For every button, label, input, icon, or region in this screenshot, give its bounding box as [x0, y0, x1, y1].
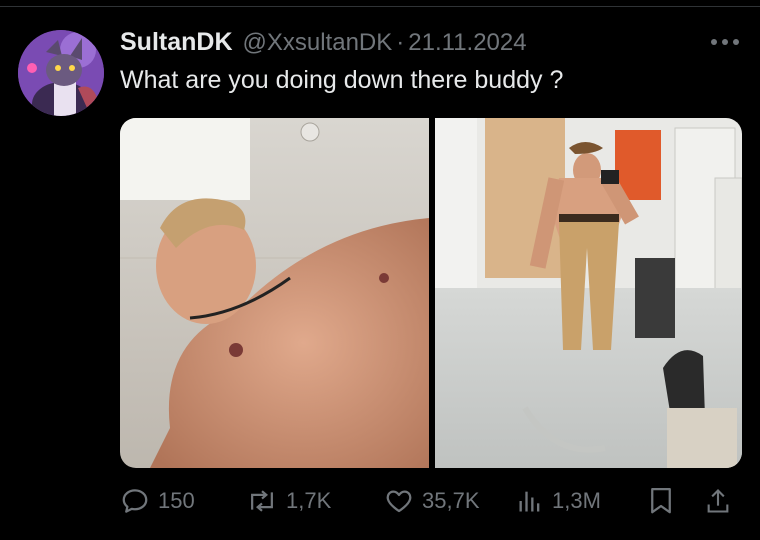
share-icon: [707, 489, 729, 513]
like-button[interactable]: 35,7K: [384, 480, 480, 522]
reply-button[interactable]: 150: [120, 480, 195, 522]
views-icon: [519, 491, 540, 512]
like-count: 35,7K: [422, 488, 480, 513]
reply-icon: [122, 489, 148, 513]
action-bar: 150 1,7K 35,7K 1,3M: [0, 480, 760, 522]
bookmark-icon: [651, 488, 671, 514]
share-button[interactable]: [704, 480, 732, 522]
photo-illustration-2: [435, 118, 742, 468]
bookmark-button[interactable]: [648, 480, 674, 522]
more-icon: [711, 39, 739, 45]
top-divider: [0, 6, 760, 7]
media-photo-2[interactable]: [435, 118, 742, 468]
tweet-header: SultanDK @XxsultanDK · 21.11.2024: [120, 28, 527, 60]
post-date[interactable]: 21.11.2024: [408, 29, 526, 57]
display-name[interactable]: SultanDK: [120, 28, 233, 57]
media-grid: [120, 118, 742, 468]
avatar-image: [18, 30, 104, 116]
user-handle[interactable]: @XxsultanDK: [243, 29, 393, 57]
more-button[interactable]: [708, 30, 742, 54]
tweet-text: What are you doing down there buddy ?: [120, 66, 564, 94]
photo-illustration-1: [120, 118, 429, 468]
like-icon: [386, 490, 412, 513]
repost-button[interactable]: 1,7K: [246, 480, 331, 522]
header-separator: ·: [396, 29, 405, 56]
views-button[interactable]: 1,3M: [516, 480, 601, 522]
repost-count: 1,7K: [286, 488, 332, 513]
reply-count: 150: [158, 488, 195, 513]
views-count: 1,3M: [552, 488, 601, 513]
repost-icon: [251, 490, 273, 512]
avatar[interactable]: [18, 30, 104, 116]
media-photo-1[interactable]: [120, 118, 429, 468]
